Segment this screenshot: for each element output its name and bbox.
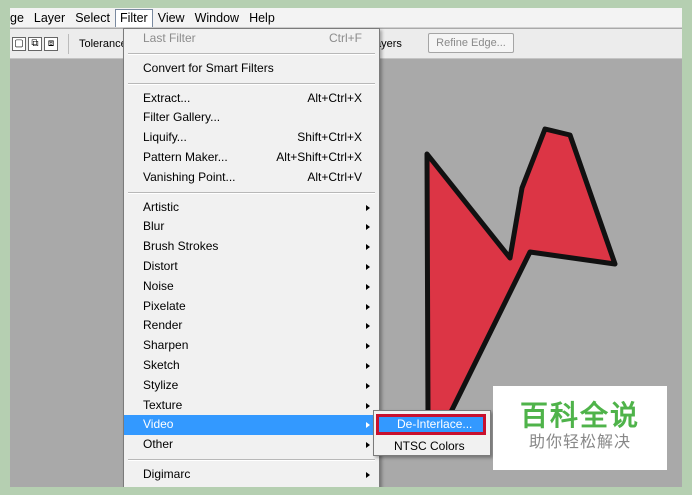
menu-item-label: Digimarc	[143, 466, 191, 481]
menu-item-label: Sketch	[143, 357, 180, 372]
selection-mode-group: ▢ ⧉ ⧈	[12, 36, 58, 51]
watermark-title: 百科全说	[519, 400, 640, 431]
red-arrow-shape	[424, 126, 618, 425]
subtract-selection-icon[interactable]: ⧈	[44, 36, 58, 51]
menu-item-shortcut: Alt+Shift+Ctrl+X	[276, 149, 362, 164]
menu-view[interactable]: View	[153, 9, 190, 27]
watermark-subtitle: 助你轻松解决	[528, 434, 631, 451]
toolbar-divider	[68, 33, 69, 54]
submenu-arrow-icon	[366, 343, 370, 350]
menu-item-shortcut: Ctrl+F	[329, 31, 362, 45]
menu-item-distort[interactable]: Distort	[124, 257, 379, 277]
menu-item-label: Texture	[143, 397, 183, 412]
menu-item-label: Filter Gallery...	[143, 110, 221, 125]
selection-mode-icon[interactable]: ▢	[12, 36, 26, 51]
menu-image[interactable]: ge	[10, 9, 29, 27]
menu-item-label: Render	[143, 318, 183, 333]
menu-item-texture[interactable]: Texture	[124, 396, 379, 416]
menu-item-convert-smart-filters[interactable]: Convert for Smart Filters	[124, 59, 379, 79]
menu-help[interactable]: Help	[244, 9, 280, 27]
submenu-arrow-icon	[366, 303, 370, 310]
menu-separator	[124, 188, 379, 198]
menu-item-shortcut: Alt+Ctrl+V	[307, 169, 362, 184]
menu-item-label: Extract...	[143, 90, 191, 105]
filter-menu: Last Filter Ctrl+F Convert for Smart Fil…	[123, 28, 380, 487]
submenu-arrow-icon	[366, 204, 370, 211]
menu-item-shortcut: Shift+Ctrl+X	[297, 130, 362, 145]
submenu-arrow-icon	[366, 362, 370, 369]
menu-item-shortcut: Alt+Ctrl+X	[307, 90, 362, 105]
menu-filter[interactable]: Filter	[114, 8, 153, 27]
menu-item-label: Stylize	[143, 377, 179, 392]
menu-item-artistic[interactable]: Artistic	[124, 198, 379, 218]
menu-item-label: Sharpen	[143, 338, 189, 353]
menu-item-digimarc[interactable]: Digimarc	[124, 465, 379, 485]
menu-separator	[124, 49, 379, 59]
submenu-arrow-icon	[366, 471, 370, 478]
menu-item-de-interlace[interactable]: De-Interlace...	[376, 414, 486, 435]
menu-item-extract[interactable]: Extract... Alt+Ctrl+X	[124, 89, 379, 109]
menu-item-brush-strokes[interactable]: Brush Strokes	[124, 237, 379, 257]
refine-edge-button[interactable]: Refine Edge...	[428, 33, 514, 53]
menu-item-label: Artistic	[143, 199, 179, 214]
submenu-arrow-icon	[366, 283, 370, 290]
menu-select[interactable]: Select	[70, 9, 115, 27]
menu-item-blur[interactable]: Blur	[124, 217, 379, 237]
menu-item-label: Other	[143, 437, 174, 452]
submenu-arrow-icon	[366, 422, 370, 429]
menu-item-stylize[interactable]: Stylize	[124, 376, 379, 396]
submenu-arrow-icon	[366, 442, 370, 449]
video-submenu: De-Interlace... NTSC Colors	[373, 410, 491, 456]
submenu-arrow-icon	[366, 402, 370, 409]
submenu-arrow-icon	[366, 382, 370, 389]
submenu-arrow-icon	[366, 323, 370, 330]
menu-item-noise[interactable]: Noise	[124, 277, 379, 297]
menu-separator	[124, 79, 379, 89]
menu-item-render[interactable]: Render	[124, 316, 379, 336]
submenu-arrow-icon	[366, 224, 370, 231]
menu-item-last-filter[interactable]: Last Filter Ctrl+F	[124, 29, 379, 49]
submenu-arrow-icon	[366, 244, 370, 251]
menu-item-liquify[interactable]: Liquify... Shift+Ctrl+X	[124, 128, 379, 148]
menu-item-label: Blur	[143, 219, 165, 234]
menu-item-pixelate[interactable]: Pixelate	[124, 297, 379, 317]
menu-item-label: Distort	[143, 258, 178, 273]
menu-item-label: Video	[143, 417, 174, 432]
menu-bar: ge Layer Select Filter View Window Help	[10, 8, 682, 28]
menu-item-label: Liquify...	[143, 130, 187, 145]
menu-item-pattern-maker[interactable]: Pattern Maker... Alt+Shift+Ctrl+X	[124, 148, 379, 168]
menu-item-label: Pixelate	[143, 298, 186, 313]
menu-item-label: Convert for Smart Filters	[143, 60, 274, 75]
menu-layer[interactable]: Layer	[29, 9, 70, 27]
menu-item-label: Vanishing Point...	[143, 169, 236, 184]
menu-item-sharpen[interactable]: Sharpen	[124, 336, 379, 356]
menu-item-label: Last Filter	[143, 31, 196, 45]
menu-item-label: Brush Strokes	[143, 239, 219, 254]
menu-separator	[124, 455, 379, 465]
menu-item-ntsc-colors[interactable]: NTSC Colors	[394, 438, 465, 454]
menu-item-video[interactable]: Video	[124, 415, 379, 436]
menu-item-filter-gallery[interactable]: Filter Gallery...	[124, 108, 379, 128]
menu-item-other[interactable]: Other	[124, 435, 379, 455]
menu-window[interactable]: Window	[190, 9, 244, 27]
submenu-arrow-icon	[366, 263, 370, 270]
menu-item-vanishing-point[interactable]: Vanishing Point... Alt+Ctrl+V	[124, 168, 379, 188]
menu-item-sketch[interactable]: Sketch	[124, 356, 379, 376]
add-selection-icon[interactable]: ⧉	[28, 36, 42, 51]
menu-item-label: Noise	[143, 278, 174, 293]
watermark-logo: 百科全说 助你轻松解决	[493, 386, 667, 470]
menu-item-label: Pattern Maker...	[143, 149, 228, 164]
